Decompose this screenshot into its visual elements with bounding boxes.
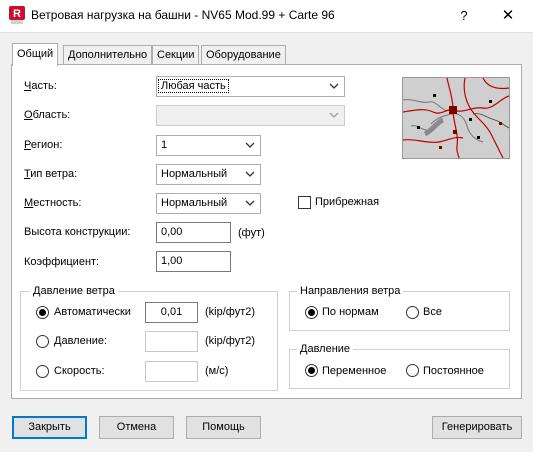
area-label: Область: (24, 109, 71, 121)
terrain-combo[interactable]: Нормальный (156, 193, 261, 214)
region-combo[interactable]: 1 (156, 135, 261, 156)
by-norms-radio[interactable] (305, 306, 318, 319)
constant-radio[interactable] (406, 364, 419, 377)
height-input[interactable]: 0,00 (156, 222, 231, 243)
pressure-unit: (kip/фут2) (205, 335, 256, 347)
constant-label[interactable]: Постоянное (423, 365, 484, 377)
height-label: Высота конструкции: (24, 226, 131, 238)
cancel-button[interactable]: Отмена (99, 416, 174, 439)
variable-radio[interactable] (305, 364, 318, 377)
terrain-label: Местность: (24, 197, 82, 209)
tab-sections[interactable]: Секции (152, 45, 200, 64)
region-label: Регион: (24, 139, 63, 151)
pressure-group-title: Давление (297, 343, 354, 355)
chevron-down-icon (245, 142, 255, 148)
wind-directions-group-title: Направления ветра (297, 285, 404, 297)
window-title: Ветровая нагрузка на башни - NV65 Mod.99… (31, 8, 335, 22)
speed-radio[interactable] (36, 365, 49, 378)
chevron-down-icon (329, 112, 339, 118)
auto-pressure-unit: (kip/фут2) (205, 306, 256, 318)
wind-pressure-group-title: Давление ветра (30, 285, 118, 297)
generate-button[interactable]: Генерировать (432, 416, 522, 439)
by-norms-label[interactable]: По нормам (322, 306, 379, 318)
tab-equipment[interactable]: Оборудование (201, 45, 286, 64)
coastal-checkbox[interactable] (298, 196, 311, 209)
coefficient-input[interactable]: 1,00 (156, 251, 231, 272)
wind-type-label-rest: ип ветра: (30, 168, 78, 180)
pressure-option-label[interactable]: Давление: (54, 335, 107, 347)
part-value: Любая часть (158, 79, 229, 93)
region-label-rest: егион: (30, 139, 63, 151)
terrain-label-rest: естность: (33, 197, 82, 209)
tab-general[interactable]: Общий (12, 43, 59, 66)
chevron-down-icon (245, 200, 255, 206)
region-map (402, 77, 510, 159)
variable-label[interactable]: Переменное (322, 365, 386, 377)
auto-pressure-input[interactable]: 0,01 (145, 302, 198, 323)
chevron-down-icon (329, 83, 339, 89)
close-icon[interactable]: ✕ (496, 4, 520, 28)
help-icon[interactable]: ? (452, 4, 476, 28)
part-label-rest: асть: (31, 80, 57, 92)
wind-type-combo[interactable]: Нормальный (156, 164, 261, 185)
help-button[interactable]: Помощь (186, 416, 261, 439)
height-unit: (фут) (238, 227, 265, 239)
tab-advanced[interactable]: Дополнительно (63, 45, 153, 64)
part-label: Часть: (24, 80, 57, 92)
pressure-radio[interactable] (36, 335, 49, 348)
auto-radio[interactable] (36, 306, 49, 319)
pressure-input[interactable] (145, 331, 198, 352)
all-directions-label[interactable]: Все (423, 306, 442, 318)
region-value: 1 (161, 139, 168, 151)
wind-type-label: Тип ветра: (24, 168, 78, 180)
area-label-rest: бласть: (32, 109, 71, 121)
area-combo[interactable] (156, 105, 345, 126)
speed-input[interactable] (145, 361, 198, 382)
app-icon: R (9, 6, 25, 24)
svg-text:R: R (13, 8, 21, 20)
auto-label[interactable]: Автоматически (54, 306, 131, 318)
speed-label[interactable]: Скорость: (54, 365, 105, 377)
coefficient-label: Коэффициент: (24, 256, 100, 268)
close-button[interactable]: Закрыть (12, 416, 87, 439)
terrain-value: Нормальный (161, 197, 228, 209)
part-combo[interactable]: Любая часть (156, 76, 345, 97)
coastal-label[interactable]: Прибрежная (315, 196, 379, 208)
all-directions-radio[interactable] (406, 306, 419, 319)
wind-type-value: Нормальный (161, 168, 228, 180)
speed-unit: (м/с) (205, 365, 229, 377)
chevron-down-icon (245, 171, 255, 177)
